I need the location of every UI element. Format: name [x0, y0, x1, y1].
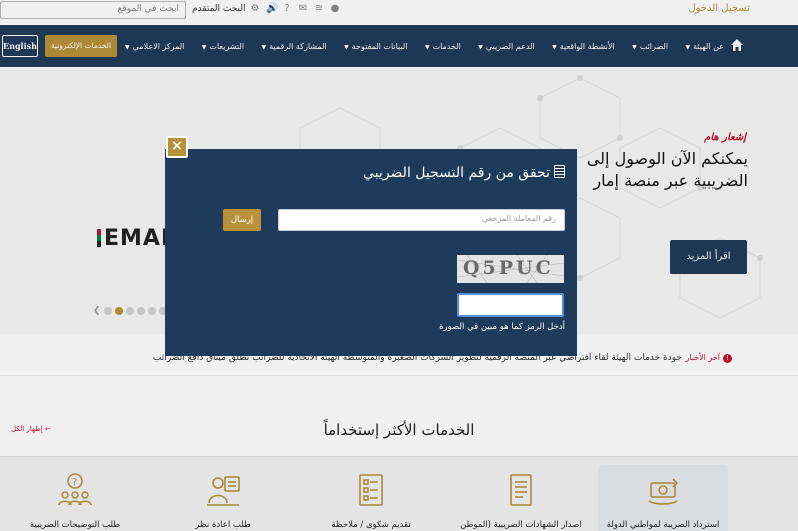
close-icon[interactable]: ×	[166, 136, 188, 158]
captcha-input[interactable]	[457, 293, 564, 317]
captcha-hint: أدخل الرمز كما هو مبين في الصورة	[439, 322, 565, 332]
send-button[interactable]: إرسال	[223, 209, 261, 231]
modal-title: تحقق من رقم التسجيل الضريبي	[363, 165, 565, 181]
captcha-image: Q5PUC	[457, 255, 564, 283]
calculator-icon	[554, 165, 565, 178]
trn-verification-modal: × تحقق من رقم التسجيل الضريبي رقم المعام…	[165, 136, 577, 356]
reference-number-input[interactable]: رقم المعاملة المرجعي	[278, 209, 565, 231]
